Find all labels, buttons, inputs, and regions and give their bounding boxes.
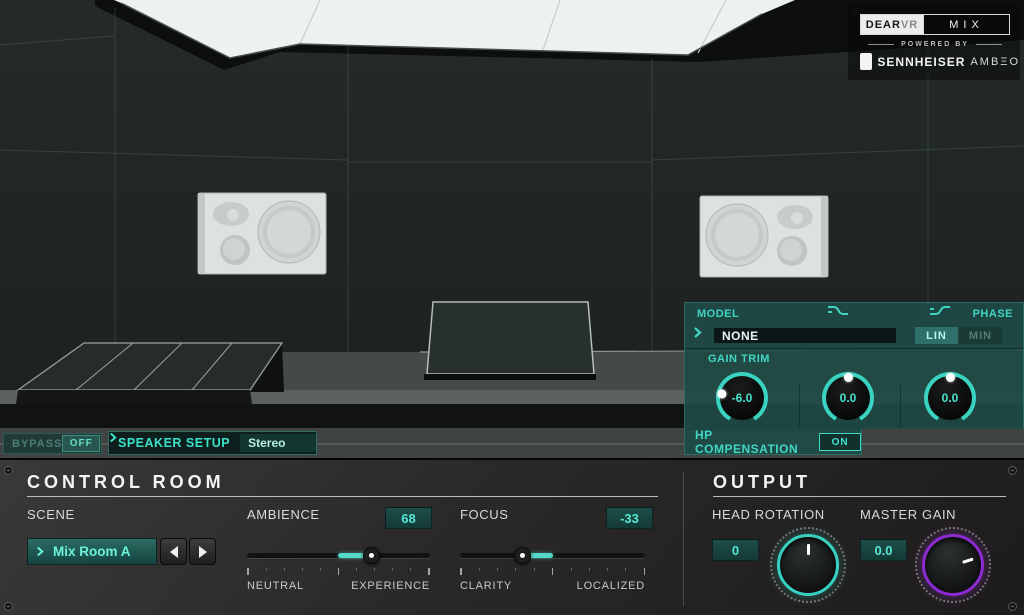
mixing-console-ramp	[16, 343, 284, 404]
master-gain-knob[interactable]	[922, 534, 984, 596]
focus-value-box[interactable]: -33	[606, 507, 653, 529]
logo-mix: MIX	[923, 15, 1009, 34]
scene-label: SCENE	[27, 507, 75, 522]
high-shelf-value: 0.0	[924, 372, 976, 424]
bypass-label: BYPASS	[12, 438, 62, 450]
phase-lin-button[interactable]: LIN	[915, 327, 958, 344]
speaker-setup-value[interactable]: Stereo	[240, 434, 316, 452]
low-shelf-value: 0.0	[822, 372, 874, 424]
model-phase-panel: MODEL PHASE NONE LIN MIN GAIN TRIM	[684, 302, 1024, 429]
studio-screen	[424, 302, 596, 380]
gain-trim-value: -6.0	[716, 372, 768, 424]
low-pass-filter-icon	[826, 303, 850, 319]
hp-compensation-strip: HP COMPENSATION ON	[684, 429, 862, 455]
master-gain-value-box[interactable]: 0.0	[860, 539, 907, 561]
ambience-label: AMBIENCE	[247, 507, 320, 522]
room-3d-view: DEARVR MIX POWERED BY SENNHEISER AMBΞO M…	[0, 0, 1024, 460]
focus-max-label: LOCALIZED	[577, 580, 645, 592]
high-pass-filter-icon	[928, 303, 952, 319]
model-label: MODEL	[697, 308, 739, 320]
ambience-slider[interactable]	[247, 548, 430, 564]
focus-slider-handle[interactable]	[514, 547, 531, 564]
right-speaker	[700, 196, 828, 277]
branding-block: DEARVR MIX POWERED BY SENNHEISER AMBΞO	[848, 6, 1020, 80]
scene-dropdown[interactable]: Mix Room A	[27, 538, 157, 565]
left-speaker	[198, 193, 326, 274]
sennheiser-label: SENNHEISER	[877, 55, 965, 69]
right-arrow-icon	[199, 546, 207, 558]
screw-icon	[1008, 602, 1017, 611]
sennheiser-logo-icon	[860, 53, 872, 70]
screw-icon	[4, 466, 13, 475]
phase-label: PHASE	[973, 308, 1013, 320]
focus-slider[interactable]	[460, 548, 645, 564]
scene-value: Mix Room A	[53, 544, 131, 559]
left-arrow-icon	[170, 546, 178, 558]
low-shelf-knob[interactable]: 0.0	[822, 372, 874, 424]
ambience-max-label: EXPERIENCE	[351, 580, 430, 592]
powered-by-row: POWERED BY	[860, 41, 1010, 48]
gain-trim-knob[interactable]: -6.0	[716, 372, 768, 424]
ambience-min-label: NEUTRAL	[247, 580, 304, 592]
model-dropdown[interactable]: NONE	[713, 327, 897, 344]
ambience-slider-handle[interactable]	[363, 547, 380, 564]
control-room-title: CONTROL ROOM	[27, 472, 225, 493]
model-expand-chevron-icon[interactable]	[693, 327, 711, 344]
focus-label: FOCUS	[460, 507, 509, 522]
logo-vr: VR	[901, 19, 918, 31]
gain-trim-label: GAIN TRIM	[708, 353, 770, 365]
hp-compensation-toggle[interactable]: ON	[819, 433, 861, 451]
scene-next-button[interactable]	[189, 538, 216, 565]
section-divider	[683, 472, 684, 606]
hp-compensation-label: HP COMPENSATION	[695, 428, 807, 456]
phase-min-button[interactable]: MIN	[959, 327, 1002, 344]
screw-icon	[1008, 466, 1017, 475]
sennheiser-row: SENNHEISER AMBΞO	[860, 53, 1020, 70]
powered-by-label: POWERED BY	[901, 41, 969, 48]
logo-dear: DEAR	[866, 19, 901, 31]
bypass-toggle[interactable]: OFF	[62, 435, 100, 452]
screw-icon	[4, 602, 13, 611]
bottom-control-panel: CONTROL ROOM SCENE Mix Room A AMBIENCE 6…	[0, 458, 1024, 615]
bypass-control: BYPASS OFF	[3, 433, 102, 454]
scene-chevron-icon	[36, 546, 44, 557]
speaker-setup-chevron-icon	[109, 432, 117, 443]
ambeo-label: AMBΞO	[970, 56, 1020, 68]
speaker-setup-control[interactable]: SPEAKER SETUP Stereo	[108, 431, 317, 455]
ambience-value-box[interactable]: 68	[385, 507, 432, 529]
scene-prev-button[interactable]	[160, 538, 187, 565]
head-rotation-knob[interactable]	[777, 534, 839, 596]
high-shelf-knob[interactable]: 0.0	[924, 372, 976, 424]
master-gain-label: MASTER GAIN	[860, 507, 956, 522]
speaker-setup-label: SPEAKER SETUP	[118, 436, 230, 450]
head-rotation-label: HEAD ROTATION	[712, 507, 825, 522]
dearvr-mix-plugin-window: DEARVR MIX POWERED BY SENNHEISER AMBΞO M…	[0, 0, 1024, 615]
head-rotation-value-box[interactable]: 0	[712, 539, 759, 561]
dearvr-mix-logo: DEARVR MIX	[860, 14, 1010, 35]
output-title: OUTPUT	[713, 472, 811, 493]
focus-min-label: CLARITY	[460, 580, 512, 592]
